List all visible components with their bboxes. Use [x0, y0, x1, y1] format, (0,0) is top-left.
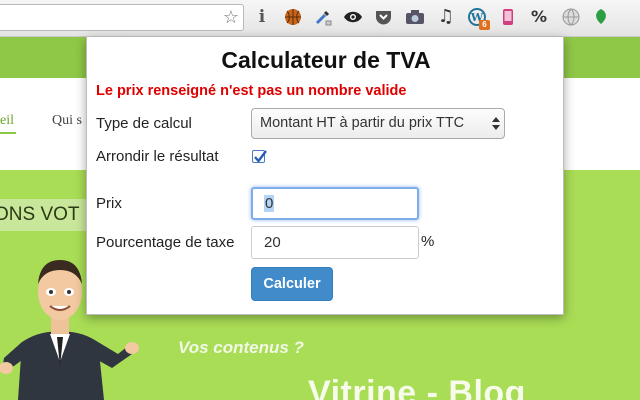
nav-item-home[interactable]: eil — [0, 113, 14, 129]
calculate-button[interactable]: Calculer — [251, 267, 333, 301]
green-leaf-icon[interactable] — [591, 7, 611, 27]
address-bar[interactable]: ☆ — [0, 4, 244, 31]
eye-icon[interactable] — [343, 7, 363, 27]
tax-percentage-label: Pourcentage de taxe — [96, 234, 235, 251]
globe-icon[interactable] — [561, 7, 581, 27]
tax-percentage-input[interactable]: 20 — [251, 226, 419, 259]
percent-glyph: % — [530, 7, 548, 26]
vat-calculator-popup: Calculateur de TVA Le prix renseigné n'e… — [86, 37, 564, 315]
browser-toolbar: ☆ i ♫ W 6 % — [0, 0, 640, 37]
wordpress-icon[interactable]: W 6 — [467, 7, 490, 30]
bookmark-star-icon[interactable]: ☆ — [223, 7, 239, 28]
select-arrows-icon — [492, 117, 500, 130]
calc-type-label: Type de calcul — [96, 115, 192, 132]
nav-item-about[interactable]: Qui s — [52, 113, 82, 129]
round-result-checkbox[interactable] — [252, 150, 267, 163]
price-input-value: 0 — [264, 195, 275, 212]
info-icon[interactable]: i — [252, 7, 272, 27]
basketball-icon[interactable] — [283, 7, 303, 27]
calc-type-selected-value: Montant HT à partir du prix TTC — [260, 115, 465, 131]
camera-icon[interactable] — [405, 7, 425, 27]
hero-tagline: Vos contenus ? — [178, 338, 304, 357]
pocket-icon[interactable] — [373, 7, 393, 27]
info-glyph: i — [258, 7, 266, 27]
wordpress-badge: 6 — [479, 20, 490, 30]
checkmark-icon — [254, 150, 267, 163]
hero-headline: Vitrine - Blog — [308, 374, 526, 400]
round-result-label: Arrondir le résultat — [96, 148, 219, 165]
percent-suffix: % — [421, 233, 435, 250]
tax-percentage-value: 20 — [264, 234, 281, 251]
hero-banner: ONS VOT — [0, 199, 88, 231]
price-input[interactable]: 0 — [251, 187, 419, 220]
phone-icon[interactable] — [498, 7, 518, 27]
error-message: Le prix renseigné n'est pas un nombre va… — [96, 83, 407, 99]
music-note-icon[interactable]: ♫ — [436, 7, 456, 27]
popup-title: Calculateur de TVA — [221, 47, 431, 73]
nav-active-underline — [0, 132, 16, 134]
eyedropper-icon[interactable] — [313, 7, 333, 27]
calc-type-select[interactable]: Montant HT à partir du prix TTC — [251, 108, 505, 139]
price-label: Prix — [96, 195, 122, 212]
percent-icon[interactable]: % — [529, 7, 549, 27]
